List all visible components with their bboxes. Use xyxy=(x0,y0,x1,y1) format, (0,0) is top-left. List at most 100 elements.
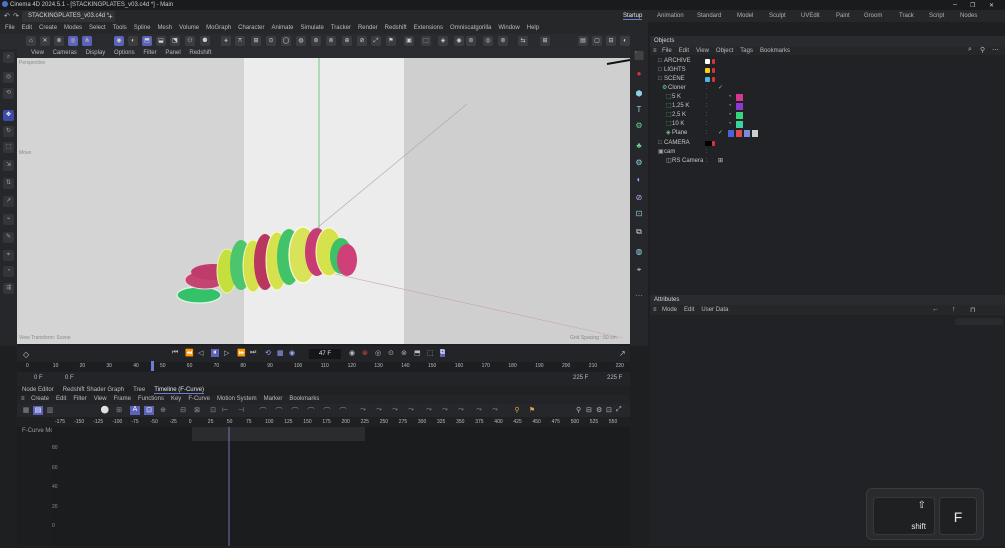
viewport-menu-filter[interactable]: Filter xyxy=(143,50,156,56)
object-row-camera[interactable]: □ CAMERA xyxy=(650,139,1005,148)
fcurve-tool-1[interactable]: ▦ xyxy=(21,406,31,415)
attributes-menu-mode[interactable]: Mode xyxy=(662,307,677,313)
filter-icon[interactable]: ⚲ xyxy=(980,46,985,54)
visibility-dot[interactable] xyxy=(712,59,715,64)
right-tool-6[interactable]: ♣ xyxy=(633,140,645,152)
right-tool-3[interactable]: ⬢ xyxy=(633,88,645,100)
toolbar-button-5[interactable]: ⋔ xyxy=(82,36,92,46)
cloner-tag-icon[interactable]: ◔ xyxy=(728,93,732,102)
left-tool-8[interactable]: ⇅ xyxy=(3,178,14,189)
fcurve-tool-8[interactable]: ⊕ xyxy=(158,406,168,415)
menu-tracker[interactable]: Tracker xyxy=(331,25,351,31)
layout-tab-model[interactable]: Model xyxy=(737,13,753,19)
visibility-dot[interactable] xyxy=(712,77,715,82)
record-option-1[interactable]: ◉ xyxy=(349,349,355,357)
left-tool-10[interactable]: ⌁ xyxy=(3,214,14,225)
object-row-plane[interactable]: ◈ Plane ⁚ ✓ xyxy=(650,129,1005,138)
object-row-archive[interactable]: □ ARCHIVE xyxy=(650,57,1005,66)
fcurve-tool-10[interactable]: ⊠ xyxy=(192,406,202,415)
layout-tab-nodes[interactable]: Nodes xyxy=(960,13,977,19)
toolbar-button-31[interactable]: ⊚ xyxy=(498,36,508,46)
layout-tab-animation[interactable]: Animation xyxy=(657,13,684,19)
menu-tools[interactable]: Tools xyxy=(113,25,127,31)
attributes-menu-user-data[interactable]: User Data xyxy=(701,307,728,313)
toolbar-button-24[interactable]: ⚑ xyxy=(386,36,396,46)
visibility-toggle-icon[interactable]: ⁚ xyxy=(706,120,708,129)
transport-button-3[interactable]: ◁ xyxy=(198,349,203,357)
viewport-menu-display[interactable]: Display xyxy=(86,50,106,56)
right-tool-10[interactable]: ⊡ xyxy=(633,208,645,220)
layout-tab-groom[interactable]: Groom xyxy=(864,13,882,19)
toolbar-button-21[interactable]: ⊕ xyxy=(342,36,352,46)
object-row-2-5-k[interactable]: ⬚ 2,5 K ⁚ ◔ xyxy=(650,111,1005,120)
toolbar-button-37[interactable]: ◐ xyxy=(620,36,630,46)
viewport-menu-view[interactable]: View xyxy=(31,50,44,56)
visibility-dot[interactable] xyxy=(712,141,715,146)
toolbar-button-26[interactable]: ⬚ xyxy=(421,36,431,46)
left-tool-11[interactable]: ✎ xyxy=(3,232,14,243)
object-row-5-k[interactable]: ⬚ 5 K ⁚ ◔ xyxy=(650,93,1005,102)
toolbar-button-23[interactable]: ⤢ xyxy=(371,36,381,46)
fcurve-tool-4[interactable]: ⚪ xyxy=(100,406,110,415)
toolbar-button-4[interactable]: ◎ xyxy=(68,36,78,46)
editor-tab-timeline-f-curve[interactable]: Timeline (F-Curve) xyxy=(154,387,204,394)
menu-extensions[interactable]: Extensions xyxy=(414,25,443,31)
fcurve-tool-24[interactable]: ⤳ xyxy=(424,406,434,415)
objects-menu-view[interactable]: View xyxy=(696,48,709,54)
fcurve-right-tool-4[interactable]: ⊡ xyxy=(606,406,612,414)
object-row-10-k[interactable]: ⬚ 10 K ⁚ ◔ xyxy=(650,120,1005,129)
fcurve-tool-29[interactable]: ⚲ xyxy=(512,406,522,415)
fcurve-ruler[interactable]: -175 -150 -125 -100 -75 -50 -25 0 25 50 75 100 125 15… xyxy=(17,417,630,427)
transport-button-4[interactable]: ⏸ xyxy=(211,349,219,357)
right-tool-4[interactable]: T xyxy=(633,104,645,116)
left-tool-6[interactable]: ⬚ xyxy=(3,142,14,153)
menu-redshift[interactable]: Redshift xyxy=(385,25,407,31)
menu-render[interactable]: Render xyxy=(358,25,378,31)
material-tag-icon[interactable] xyxy=(736,103,743,110)
record-option-6[interactable]: ⬒ xyxy=(414,349,421,357)
close-button[interactable]: ✕ xyxy=(989,2,994,9)
toolbar-button-6[interactable]: ◉ xyxy=(114,36,124,46)
toolbar-button-35[interactable]: ▢ xyxy=(592,36,602,46)
3d-viewport[interactable]: Perspective Move View Transform: Scene G… xyxy=(17,58,630,344)
keyframe-toggle-icon[interactable]: ◇ xyxy=(23,350,29,359)
fcurve-menu-f-curve[interactable]: F-Curve xyxy=(188,396,210,402)
fcurve-menu-key[interactable]: Key xyxy=(171,396,181,402)
object-row-lights[interactable]: □ LIGHTS xyxy=(650,66,1005,75)
transport-button-5[interactable]: ▷ xyxy=(224,349,229,357)
toolbar-button-34[interactable]: ▤ xyxy=(578,36,588,46)
objects-menu-bookmarks[interactable]: Bookmarks xyxy=(760,48,790,54)
rs-camera-tag-icon[interactable]: ⊞ xyxy=(718,157,723,166)
material-tag-icon[interactable] xyxy=(736,112,743,119)
editor-tab-node-editor[interactable]: Node Editor xyxy=(22,387,54,393)
toolbar-button-18[interactable]: ◍ xyxy=(296,36,306,46)
fcurve-tool-14[interactable]: ⌒ xyxy=(258,406,268,415)
fcurve-tool-25[interactable]: ⤳ xyxy=(440,406,450,415)
object-row-cloner[interactable]: ⚙ Cloner ⁚ ✓ xyxy=(650,84,1005,93)
current-frame-field[interactable]: 47 F xyxy=(309,349,341,359)
loop-option-3[interactable]: ◉ xyxy=(289,349,295,357)
layout-tab-track[interactable]: Track xyxy=(899,13,914,19)
loop-option-2[interactable]: ▦ xyxy=(277,349,284,357)
menu-spline[interactable]: Spline xyxy=(134,25,151,31)
fcurve-tool-2[interactable]: ▤ xyxy=(33,406,43,415)
visibility-toggle-icon[interactable]: ⁚ xyxy=(706,157,708,166)
layout-tab-sculpt[interactable]: Sculpt xyxy=(769,13,786,19)
toolbar-button-10[interactable]: ⬔ xyxy=(170,36,180,46)
toolbar-button-22[interactable]: ⊘ xyxy=(357,36,367,46)
editor-tab-redshift-shader-graph[interactable]: Redshift Shader Graph xyxy=(63,387,124,393)
plane-tag-icon-3[interactable] xyxy=(744,130,750,137)
toolbar-button-20[interactable]: ⊚ xyxy=(326,36,336,46)
fcurve-tool-23[interactable]: ⤳ xyxy=(406,406,416,415)
toolbar-button-32[interactable]: ⇆ xyxy=(518,36,528,46)
fcurve-menu-icon[interactable]: ≡ xyxy=(21,395,25,404)
objects-menu-file[interactable]: File xyxy=(662,48,672,54)
toolbar-button-8[interactable]: ⬒ xyxy=(142,36,152,46)
toolbar-button-11[interactable]: ⚇ xyxy=(185,36,195,46)
fcurve-tool-7[interactable]: ⊡ xyxy=(144,406,154,415)
visibility-toggle-icon[interactable]: ⁚ xyxy=(706,84,708,93)
cloner-tag-icon[interactable]: ◔ xyxy=(728,102,732,111)
attributes-search-field[interactable] xyxy=(955,318,1003,325)
toolbar-button-1[interactable]: ⌂ xyxy=(26,36,36,46)
toolbar-button-14[interactable]: ⚻ xyxy=(235,36,245,46)
